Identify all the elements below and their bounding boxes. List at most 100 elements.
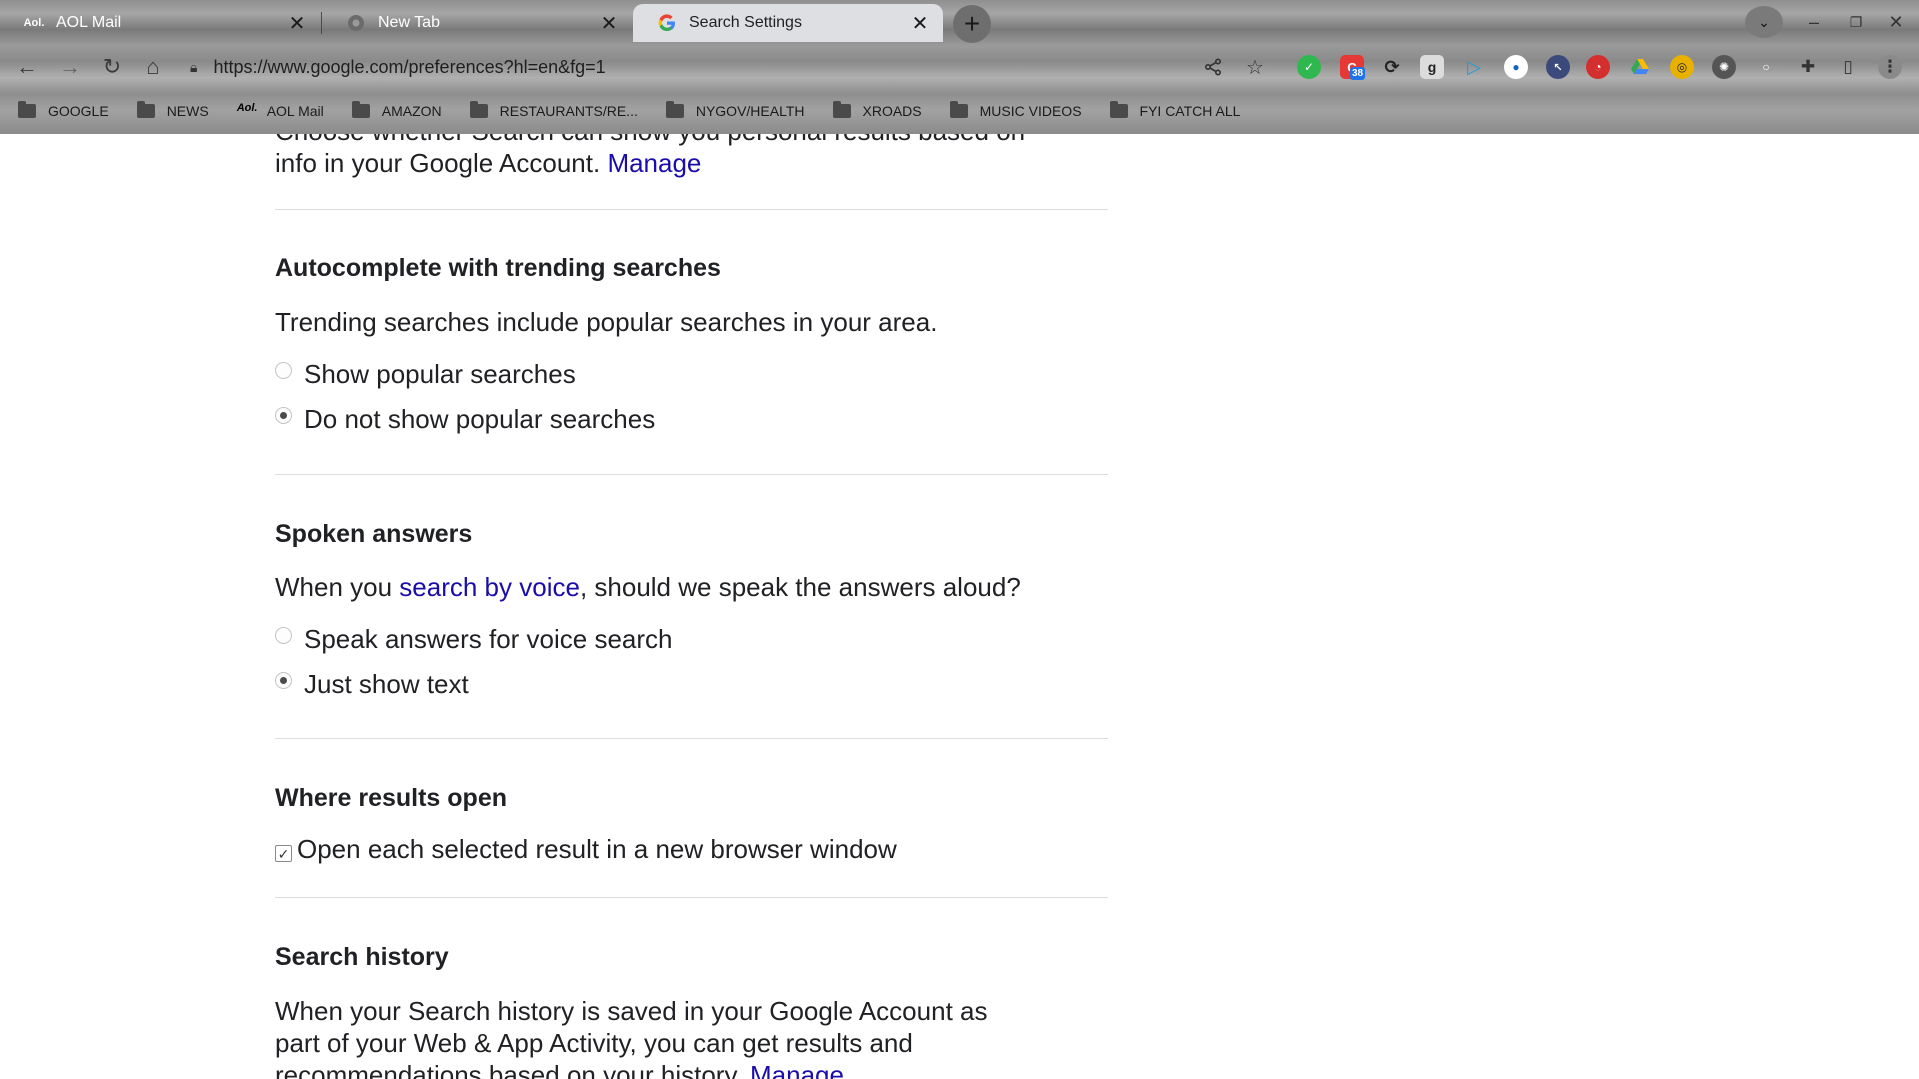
tab-aol-mail[interactable]: Aol. AOL Mail ✕ [0, 4, 320, 42]
bookmark-xroads[interactable]: XROADS [832, 101, 922, 119]
browser-toolbar: ← → ↻ ⌂ 🔒︎ https://www.google.com/prefer… [0, 46, 1919, 88]
autocomplete-description: Trending searches include popular search… [275, 307, 938, 337]
personal-text-line2: info in your Google Account. [275, 148, 601, 178]
section-divider [275, 897, 1108, 898]
personal-manage-link[interactable]: Manage [607, 148, 701, 178]
hide-popular-option[interactable]: Do not show popular searches [275, 404, 655, 435]
folder-icon [351, 101, 370, 118]
personal-results-description: Choose whether Search can show you perso… [275, 134, 1108, 179]
folder-icon [949, 101, 968, 118]
google-extension-icon[interactable]: g [1420, 55, 1444, 79]
extension-badge: 38 [1350, 67, 1366, 80]
hide-popular-radio[interactable] [275, 407, 292, 424]
bookmark-google[interactable]: GOOGLE [18, 101, 109, 119]
spoken-desc-prefix: When you [275, 572, 400, 602]
minimize-icon[interactable]: – [1800, 8, 1828, 36]
bookmark-nygov-health[interactable]: NYGOV/HEALTH [665, 101, 805, 119]
address-bar[interactable]: 🔒︎ https://www.google.com/preferences?hl… [190, 49, 1200, 85]
bookmark-label: AOL Mail [266, 103, 324, 119]
bookmark-label: FYI CATCH ALL [1139, 103, 1241, 119]
tab-search-icon[interactable]: ⌄ [1745, 6, 1783, 38]
spoken-answers-description: When you search by voice, should we spea… [275, 571, 1108, 603]
folder-icon [136, 101, 155, 118]
clock-extension-icon[interactable]: ◔ [1586, 55, 1610, 79]
folder-icon [1109, 101, 1128, 118]
tab-search-settings[interactable]: Search Settings ✕ [633, 4, 943, 42]
menu-kebab-icon[interactable]: ⋮ [1878, 55, 1902, 79]
bookmark-star-icon[interactable]: ☆ [1242, 54, 1268, 80]
close-icon[interactable]: ✕ [286, 12, 308, 35]
lock-icon[interactable]: 🔒︎ [190, 59, 197, 76]
section-divider [275, 474, 1108, 475]
bookmark-label: AMAZON [381, 103, 442, 119]
section-divider [275, 738, 1108, 739]
google-drive-icon[interactable] [1628, 55, 1652, 79]
search-history-description: When your Search history is saved in you… [275, 995, 1108, 1079]
close-icon[interactable]: ✕ [909, 12, 931, 35]
sync-extension-icon[interactable]: ⟳ [1380, 55, 1404, 79]
just-show-text-option[interactable]: Just show text [275, 669, 469, 700]
bookmark-amazon[interactable]: AMAZON [351, 101, 442, 119]
restore-icon[interactable]: ❐ [1842, 8, 1870, 36]
red-extension-icon[interactable]: C38 [1340, 55, 1366, 80]
tab-title: Search Settings [689, 14, 802, 31]
bookmark-label: RESTAURANTS/RE... [499, 103, 638, 119]
new-window-option[interactable]: ✓ Open each selected result in a new bro… [275, 834, 897, 865]
section-divider [275, 209, 1108, 210]
folder-icon [18, 101, 36, 118]
new-window-checkbox[interactable]: ✓ [275, 845, 292, 862]
url-text[interactable]: https://www.google.com/preferences?hl=en… [213, 57, 605, 78]
show-popular-radio[interactable] [275, 362, 292, 379]
aol-icon: Aol. [23, 17, 45, 29]
autocomplete-heading: Autocomplete with trending searches [275, 254, 721, 282]
back-icon[interactable]: ← [12, 52, 42, 82]
just-show-text-radio[interactable] [275, 672, 292, 689]
history-text-line2: part of your Web & App Activity, you can… [275, 1028, 913, 1058]
history-manage-link[interactable]: Manage [750, 1060, 844, 1079]
history-text-line1: When your Search history is saved in you… [275, 996, 988, 1026]
close-window-icon[interactable]: ✕ [1882, 8, 1910, 36]
bookmark-music-videos[interactable]: MUSIC VIDEOS [949, 101, 1082, 119]
bookmark-label: MUSIC VIDEOS [979, 103, 1082, 119]
bookmark-aol-mail[interactable]: Aol. AOL Mail [237, 102, 324, 120]
cursor-extension-icon[interactable]: ↖ [1546, 55, 1570, 79]
share-icon[interactable] [1200, 54, 1226, 80]
search-by-voice-link[interactable]: search by voice [399, 572, 580, 602]
bookmark-label: NYGOV/HEALTH [695, 103, 805, 119]
yellow-extension-icon[interactable]: ◎ [1670, 55, 1694, 79]
play-extension-icon[interactable]: ▷ [1462, 55, 1486, 79]
new-tab-button[interactable]: + [953, 5, 991, 43]
bookmark-fyi-catch-all[interactable]: FYI CATCH ALL [1109, 101, 1241, 119]
search-settings-page: Choose whether Search can show you perso… [0, 134, 1919, 1079]
tab-title: New Tab [378, 14, 440, 31]
tab-title: AOL Mail [56, 14, 122, 31]
home-icon[interactable]: ⌂ [138, 52, 168, 82]
option-label: Just show text [304, 669, 469, 699]
tab-new-tab[interactable]: New Tab ✕ [322, 4, 632, 42]
chrome-icon [346, 13, 366, 33]
eye-extension-icon[interactable]: ● [1504, 55, 1528, 79]
bookmark-label: NEWS [166, 103, 209, 119]
side-panel-icon[interactable]: ▯ [1836, 55, 1860, 79]
speak-answers-option[interactable]: Speak answers for voice search [275, 624, 673, 655]
shield-check-extension-icon[interactable]: ✓ [1297, 55, 1321, 79]
option-label: Speak answers for voice search [304, 624, 673, 654]
bookmark-restaurants[interactable]: RESTAURANTS/RE... [469, 101, 638, 119]
dark-extension-icon[interactable]: ✺ [1712, 55, 1736, 79]
circle-extension-icon[interactable]: ○ [1754, 55, 1778, 79]
aol-icon: Aol. [236, 102, 258, 114]
spoken-desc-suffix: , should we speak the answers aloud? [579, 572, 1021, 602]
extensions-puzzle-icon[interactable]: ✚ [1796, 55, 1820, 79]
option-label: Show popular searches [304, 359, 576, 389]
google-icon [657, 13, 677, 33]
show-popular-option[interactable]: Show popular searches [275, 359, 576, 390]
close-icon[interactable]: ✕ [598, 12, 620, 35]
forward-icon[interactable]: → [55, 52, 85, 82]
folder-icon [832, 101, 851, 118]
speak-answers-radio[interactable] [275, 627, 292, 644]
bookmark-news[interactable]: NEWS [136, 101, 209, 119]
history-text-line3: recommendations based on your history. [275, 1060, 743, 1079]
personal-text-line1: Choose whether Search can show you perso… [275, 134, 1108, 147]
reload-icon[interactable]: ↻ [97, 52, 127, 82]
search-history-heading: Search history [275, 943, 449, 971]
